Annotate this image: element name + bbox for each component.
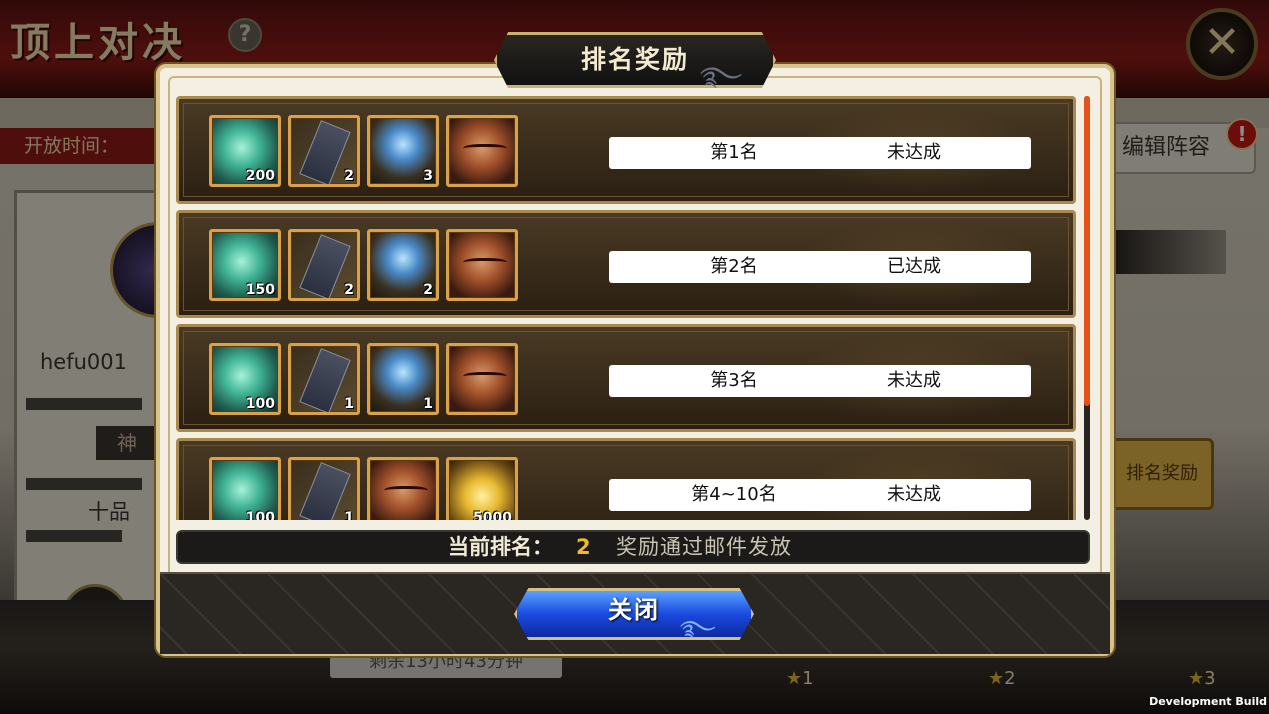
reward-list[interactable]: 200 2 3 第1名 未达成 150 2 2 第2名 已达成 100 1 1 … — [174, 94, 1088, 520]
bowl-item-icon[interactable]: 3 — [367, 115, 439, 187]
item-count: 5000 — [473, 510, 512, 520]
status-text: 未达成 — [887, 370, 941, 391]
list-scrollbar[interactable] — [1084, 96, 1090, 520]
swirl-ornament-icon: ࿐ — [700, 62, 743, 92]
hero-portrait-icon[interactable] — [446, 343, 518, 415]
crystal-item-icon[interactable]: 100 — [209, 457, 281, 520]
rank-text: 第1名 — [710, 142, 758, 163]
current-rank-value: 2 — [576, 535, 591, 559]
scroll-item-icon[interactable]: 1 — [288, 457, 360, 520]
close-button[interactable] — [514, 588, 754, 640]
rank-status-box: 第4~10名 未达成 — [609, 479, 1031, 511]
crystal-item-icon[interactable]: 150 — [209, 229, 281, 301]
item-count: 2 — [423, 282, 433, 298]
swirl-ornament-icon: ࿐ — [680, 617, 716, 642]
item-count: 1 — [344, 396, 354, 412]
current-rank-label: 当前排名： — [448, 535, 553, 559]
rank-status-box: 第3名 未达成 — [609, 365, 1031, 397]
reward-row: 200 2 3 第1名 未达成 — [176, 96, 1076, 204]
rank-text: 第4~10名 — [691, 484, 777, 505]
rank-status-box: 第2名 已达成 — [609, 251, 1031, 283]
bowl-item-icon[interactable]: 1 — [367, 343, 439, 415]
item-count: 3 — [423, 168, 433, 184]
reward-row: 100 1 1 第3名 未达成 — [176, 324, 1076, 432]
rank-text: 第2名 — [710, 256, 758, 277]
item-count: 100 — [245, 396, 275, 412]
crystal-item-icon[interactable]: 200 — [209, 115, 281, 187]
current-rank-bar: 当前排名： 2 奖励通过邮件发放 — [176, 530, 1090, 564]
hero-portrait-icon[interactable] — [446, 115, 518, 187]
reward-row: 150 2 2 第2名 已达成 — [176, 210, 1076, 318]
scroll-item-icon[interactable]: 2 — [288, 229, 360, 301]
rank-status-box: 第1名 未达成 — [609, 137, 1031, 169]
hero-portrait-icon[interactable] — [367, 457, 439, 520]
item-count: 1 — [423, 396, 433, 412]
status-text: 未达成 — [887, 142, 941, 163]
item-count: 100 — [245, 510, 275, 520]
gold-ingot-icon[interactable]: 5000 — [446, 457, 518, 520]
scroll-item-icon[interactable]: 1 — [288, 343, 360, 415]
game-screen: 顶上对决 ? ✕ 开放时间： hefu001 神 十品 0 场次 编辑阵容 ! … — [0, 0, 1269, 714]
reward-row: 100 1 5000 第4~10名 未达成 — [176, 438, 1076, 520]
rank-text: 第3名 — [710, 370, 758, 391]
item-count: 200 — [245, 168, 275, 184]
scrollbar-thumb[interactable] — [1084, 96, 1090, 406]
crystal-item-icon[interactable]: 100 — [209, 343, 281, 415]
scroll-item-icon[interactable]: 2 — [288, 115, 360, 187]
status-text: 已达成 — [887, 256, 941, 277]
item-count: 1 — [344, 510, 354, 520]
item-count: 2 — [344, 168, 354, 184]
status-text: 未达成 — [887, 484, 941, 505]
item-count: 2 — [344, 282, 354, 298]
hero-portrait-icon[interactable] — [446, 229, 518, 301]
bowl-item-icon[interactable]: 2 — [367, 229, 439, 301]
item-count: 150 — [245, 282, 275, 298]
mail-note: 奖励通过邮件发放 — [616, 535, 792, 559]
dev-build-label: Development Build — [1149, 695, 1267, 708]
